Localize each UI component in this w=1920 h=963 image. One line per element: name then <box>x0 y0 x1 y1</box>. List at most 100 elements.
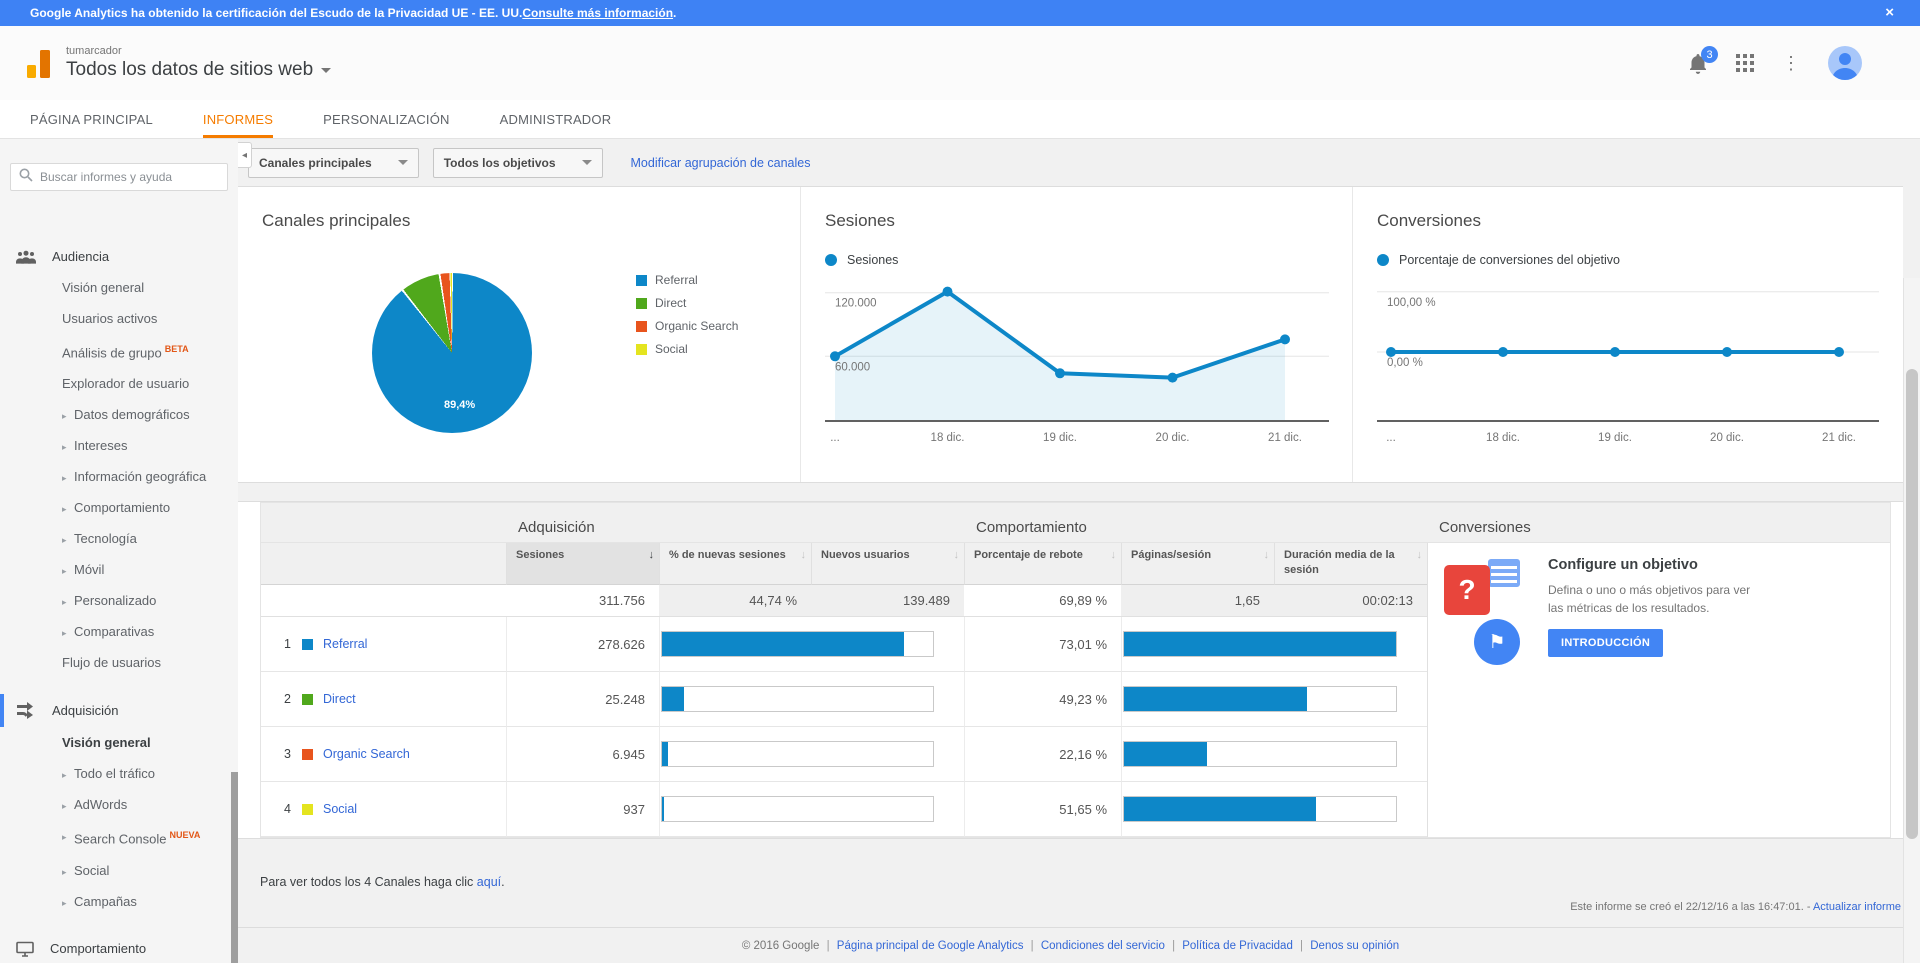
table-row-channel-organic-search: 3Organic Search <box>261 727 506 782</box>
view-all-link[interactable]: aquí <box>477 875 501 889</box>
goal-flag-icon: ⚑ <box>1474 619 1520 665</box>
overflow-menu-icon[interactable]: ⋮ <box>1782 54 1800 72</box>
x-axis-label: 18 dic. <box>1468 432 1538 444</box>
sidebar-item-comportamiento[interactable]: ▸Comportamiento <box>0 492 238 523</box>
search-box[interactable] <box>10 163 228 191</box>
account-selector[interactable]: tumarcador Todos los datos de sitios web <box>66 45 331 81</box>
footer-link-politica-de-privacidad[interactable]: Política de Privacidad <box>1182 940 1293 952</box>
column-header-nuevas-sesiones[interactable]: % de nuevas sesiones ↓ <box>659 543 811 585</box>
group-header-adquisicion: Adquisición <box>506 503 964 543</box>
behavior-icon <box>16 941 34 957</box>
badge-beta: BETA <box>165 344 189 354</box>
channel-link-organic-search[interactable]: Organic Search <box>323 747 410 761</box>
column-header-paginas-sesion[interactable]: Páginas/sesión ↓ <box>1121 543 1274 585</box>
bounce-bar-fill <box>1124 797 1316 821</box>
sidebar-item-usuarios-activos[interactable]: Usuarios activos <box>0 303 238 334</box>
avatar[interactable] <box>1828 46 1862 80</box>
goals-dropdown-label: Todos los objetivos <box>444 156 556 170</box>
sidebar-item-flujo-de-usuarios[interactable]: Flujo de usuarios <box>0 647 238 678</box>
sidebar-item-label: Intereses <box>74 438 127 453</box>
sidebar-item-tecnologia[interactable]: ▸Tecnología <box>0 523 238 554</box>
sidebar-section-audiencia[interactable]: Audiencia <box>0 241 238 272</box>
column-header-nuevos-usuarios[interactable]: Nuevos usuarios ↓ <box>811 543 964 585</box>
sidebar-item-vision-general[interactable]: Visión general <box>0 272 238 303</box>
sidebar-item-datos-demograficos[interactable]: ▸Datos demográficos <box>0 399 238 430</box>
sidebar-item-vision-general[interactable]: Visión general <box>0 727 238 758</box>
notifications-bell-icon[interactable]: 3 <box>1688 52 1708 74</box>
edit-channel-grouping-link[interactable]: Modificar agrupación de canales <box>631 156 811 170</box>
introduction-button[interactable]: INTRODUCCIÓN <box>1548 629 1663 657</box>
channel-group-dropdown[interactable]: Canales principales <box>248 148 419 178</box>
sidebar-item-intereses[interactable]: ▸Intereses <box>0 430 238 461</box>
x-axis-label: 21 dic. <box>1250 432 1320 444</box>
column-header-duracion-media[interactable]: Duración media de la sesión ↓ <box>1274 543 1427 585</box>
sidebar-section-comportamiento[interactable]: Comportamiento <box>0 933 238 963</box>
sidebar-item-adwords[interactable]: ▸AdWords <box>0 789 238 820</box>
sessions-value: 6.945 <box>506 727 659 782</box>
apps-grid-icon[interactable] <box>1736 54 1754 72</box>
refresh-report-link[interactable]: Actualizar informe <box>1813 901 1901 913</box>
totals-row-label <box>261 585 506 617</box>
sidebar-section-adquisicion[interactable]: Adquisición <box>0 694 238 727</box>
footer-link-condiciones-del-servicio[interactable]: Condiciones del servicio <box>1041 940 1165 952</box>
account-name: tumarcador <box>66 45 331 57</box>
column-header-sesiones[interactable]: Sesiones ↓ <box>506 543 659 585</box>
channel-link-referral[interactable]: Referral <box>323 637 367 651</box>
sidebar-scrollbar-thumb[interactable] <box>231 772 238 963</box>
legend-label: Direct <box>655 296 686 310</box>
sidebar-item-label: Todo el tráfico <box>74 766 155 781</box>
sidebar-item-explorador-de-usuario[interactable]: Explorador de usuario <box>0 368 238 399</box>
conversions-card-title: Conversiones <box>1377 211 1879 231</box>
bounce-bar-box <box>1123 741 1397 767</box>
total-avg-duration: 00:02:13 <box>1274 585 1427 617</box>
table-row-channel-referral: 1Referral <box>261 617 506 672</box>
sidebar-item-todo-el-trafico[interactable]: ▸Todo el tráfico <box>0 758 238 789</box>
privacy-more-info-link[interactable]: Consulte más información <box>522 6 673 20</box>
sidebar-item-social[interactable]: ▸Social <box>0 855 238 886</box>
channels-table: Adquisición Comportamiento Conversiones … <box>260 502 1891 838</box>
tab-informes[interactable]: INFORMES <box>203 100 273 138</box>
footer-link-denos-su-opinion[interactable]: Denos su opinión <box>1310 940 1399 952</box>
sidebar-item-campanas[interactable]: ▸Campañas <box>0 886 238 917</box>
x-axis-label: 20 dic. <box>1692 432 1762 444</box>
sessions-value: 937 <box>506 782 659 837</box>
search-input[interactable] <box>40 170 219 184</box>
channel-color-swatch-icon <box>302 694 313 705</box>
sidebar-item-comparativas[interactable]: ▸Comparativas <box>0 616 238 647</box>
sidebar-collapse-toggle[interactable]: ◂ <box>238 142 252 168</box>
sidebar-item-personalizado[interactable]: ▸Personalizado <box>0 585 238 616</box>
sidebar-nav: AudienciaVisión generalUsuarios activosA… <box>0 191 238 963</box>
channel-link-direct[interactable]: Direct <box>323 692 356 706</box>
goals-dropdown[interactable]: Todos los objetivos <box>433 148 603 178</box>
x-axis-label: ... <box>800 432 870 444</box>
column-header-porcentaje-rebote[interactable]: Porcentaje de rebote ↓ <box>964 543 1121 585</box>
x-axis-label: 19 dic. <box>1025 432 1095 444</box>
footer-link-pagina-principal-de-google-analytics[interactable]: Página principal de Google Analytics <box>837 940 1024 952</box>
column-label: % de nuevas sesiones <box>669 549 786 561</box>
sidebar-item-movil[interactable]: ▸Móvil <box>0 554 238 585</box>
sidebar-item-label: Tecnología <box>74 531 137 546</box>
sidebar-item-label: Comparativas <box>74 624 154 639</box>
report-created-text: Este informe se creó el 22/12/16 a las 1… <box>1570 901 1813 913</box>
vertical-scrollbar-thumb[interactable] <box>1906 369 1918 839</box>
vertical-scrollbar[interactable] <box>1903 278 1920 963</box>
sidebar-item-informacion-geografica[interactable]: ▸Información geográfica <box>0 461 238 492</box>
tab-personalizacion[interactable]: PERSONALIZACIÓN <box>323 100 450 138</box>
sidebar-item-analisis-de-grupo[interactable]: Análisis de grupoBETA <box>0 334 238 368</box>
total-new-users: 139.489 <box>811 585 964 617</box>
sessions-chart-svg: 120.00060.000 <box>825 281 1329 423</box>
sidebar-item-label: Campañas <box>74 894 137 909</box>
tab-administrador[interactable]: ADMINISTRADOR <box>500 100 612 138</box>
sessions-chart-x-axis-labels: ...18 dic.19 dic.20 dic.21 dic. <box>825 428 1328 448</box>
sessions-bar-fill <box>662 797 664 821</box>
tab-pagina-principal[interactable]: PÁGINA PRINCIPAL <box>30 100 153 138</box>
banner-close-icon[interactable]: × <box>1885 3 1894 23</box>
page-footer: © 2016 Google | Página principal de Goog… <box>238 927 1903 952</box>
channel-color-swatch-icon <box>302 804 313 815</box>
column-label: Duración media de la sesión <box>1284 549 1395 576</box>
total-sessions: 311.756 <box>506 585 659 617</box>
sidebar-item-search-console[interactable]: ▸Search ConsoleNUEVA <box>0 820 238 854</box>
sessions-bar-cell <box>659 727 964 782</box>
channel-link-social[interactable]: Social <box>323 802 357 816</box>
privacy-banner: Google Analytics ha obtenido la certific… <box>0 0 1920 26</box>
